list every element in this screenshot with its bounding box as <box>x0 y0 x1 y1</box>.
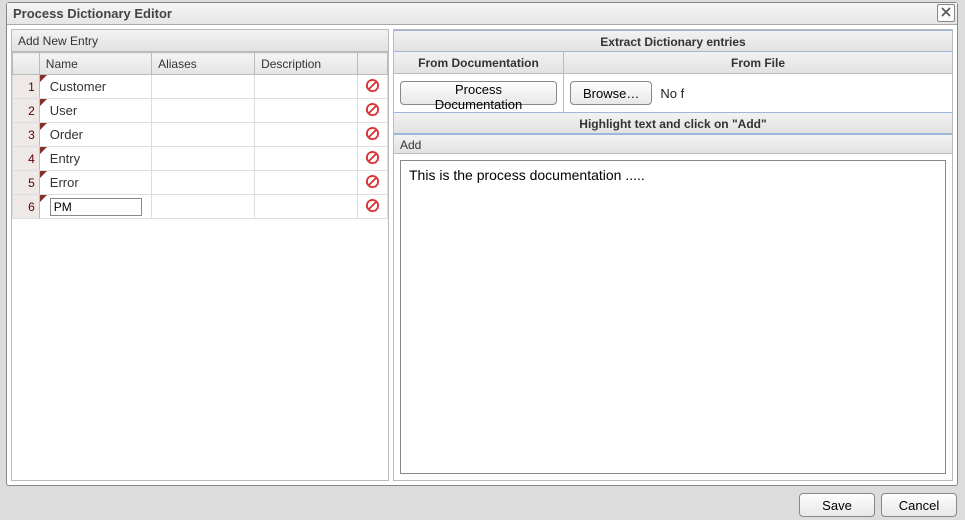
name-cell[interactable]: Error <box>39 171 151 195</box>
from-documentation-header: From Documentation <box>394 52 564 74</box>
name-text: Order <box>50 127 83 142</box>
dialog-close-button[interactable] <box>937 4 955 22</box>
from-documentation-cell: Process Documentation <box>394 74 564 112</box>
dictionary-table: Name Aliases Description 1 Customer 2 User 3… <box>12 52 388 219</box>
name-text: Customer <box>50 79 106 94</box>
table-row[interactable]: 3 Order <box>13 123 388 147</box>
process-dictionary-editor-dialog: Process Dictionary Editor Add New Entry … <box>6 2 958 486</box>
delete-icon[interactable] <box>365 197 381 213</box>
save-button[interactable]: Save <box>799 493 875 517</box>
delete-icon[interactable] <box>365 125 381 141</box>
edited-corner-icon <box>40 75 47 82</box>
dictionary-table-wrap: Name Aliases Description 1 Customer 2 User 3… <box>12 52 388 480</box>
row-number: 3 <box>13 123 40 147</box>
description-cell[interactable] <box>255 75 358 99</box>
row-number: 5 <box>13 171 40 195</box>
cancel-button[interactable]: Cancel <box>881 493 957 517</box>
edited-corner-icon <box>40 123 47 130</box>
aliases-cell[interactable] <box>152 171 255 195</box>
name-input[interactable] <box>50 198 142 216</box>
edited-corner-icon <box>40 147 47 154</box>
dialog-footer: Save Cancel <box>0 490 965 520</box>
row-number: 1 <box>13 75 40 99</box>
col-description[interactable]: Description <box>255 53 358 75</box>
row-number: 4 <box>13 147 40 171</box>
left-panel: Add New Entry Name Aliases Description 1… <box>11 29 389 481</box>
extract-title: Extract Dictionary entries <box>394 30 952 52</box>
delete-cell <box>358 171 388 195</box>
highlight-title: Highlight text and click on "Add" <box>394 112 952 134</box>
dialog-body: Add New Entry Name Aliases Description 1… <box>11 29 953 481</box>
extract-body: Process Documentation Browse… No f <box>394 74 952 112</box>
description-cell[interactable] <box>255 147 358 171</box>
add-link[interactable]: Add <box>394 134 952 154</box>
right-panel: Extract Dictionary entries From Document… <box>393 29 953 481</box>
aliases-cell[interactable] <box>152 147 255 171</box>
edited-corner-icon <box>40 195 47 202</box>
edited-corner-icon <box>40 99 47 106</box>
delete-cell <box>358 195 388 219</box>
table-row[interactable]: 1 Customer <box>13 75 388 99</box>
description-cell[interactable] <box>255 99 358 123</box>
table-row[interactable]: 2 User <box>13 99 388 123</box>
description-cell[interactable] <box>255 123 358 147</box>
name-cell[interactable] <box>39 195 151 219</box>
add-new-entry-label: Add New Entry <box>18 34 98 48</box>
table-header-row: Name Aliases Description <box>13 53 388 75</box>
description-cell[interactable] <box>255 171 358 195</box>
dialog-title-text: Process Dictionary Editor <box>13 6 172 21</box>
name-cell[interactable]: Order <box>39 123 151 147</box>
edited-corner-icon <box>40 171 47 178</box>
name-cell[interactable]: User <box>39 99 151 123</box>
aliases-cell[interactable] <box>152 99 255 123</box>
table-row[interactable]: 5 Error <box>13 171 388 195</box>
name-text: User <box>50 103 77 118</box>
documentation-textarea[interactable] <box>400 160 946 474</box>
name-text: Error <box>50 175 79 190</box>
browse-button[interactable]: Browse… <box>570 81 652 105</box>
aliases-cell[interactable] <box>152 75 255 99</box>
process-documentation-button[interactable]: Process Documentation <box>400 81 557 105</box>
col-action <box>358 53 388 75</box>
delete-icon[interactable] <box>365 173 381 189</box>
dialog-titlebar: Process Dictionary Editor <box>7 3 957 25</box>
row-number: 2 <box>13 99 40 123</box>
delete-cell <box>358 99 388 123</box>
delete-icon[interactable] <box>365 77 381 93</box>
from-file-cell: Browse… No f <box>564 74 952 112</box>
col-aliases[interactable]: Aliases <box>152 53 255 75</box>
aliases-cell[interactable] <box>152 195 255 219</box>
name-cell[interactable]: Customer <box>39 75 151 99</box>
documentation-area-wrap <box>394 154 952 480</box>
row-number: 6 <box>13 195 40 219</box>
close-icon <box>941 2 951 24</box>
add-label: Add <box>400 138 421 152</box>
extract-subheaders: From Documentation From File <box>394 52 952 74</box>
name-text: Entry <box>50 151 80 166</box>
description-cell[interactable] <box>255 195 358 219</box>
col-name[interactable]: Name <box>39 53 151 75</box>
table-row[interactable]: 4 Entry <box>13 147 388 171</box>
delete-cell <box>358 75 388 99</box>
table-row[interactable]: 6 <box>13 195 388 219</box>
name-cell[interactable]: Entry <box>39 147 151 171</box>
delete-icon[interactable] <box>365 149 381 165</box>
aliases-cell[interactable] <box>152 123 255 147</box>
col-rownum <box>13 53 40 75</box>
add-new-entry-link[interactable]: Add New Entry <box>12 30 388 52</box>
delete-cell <box>358 123 388 147</box>
delete-icon[interactable] <box>365 101 381 117</box>
from-file-header: From File <box>564 52 952 74</box>
delete-cell <box>358 147 388 171</box>
browse-status-text: No f <box>660 86 684 101</box>
